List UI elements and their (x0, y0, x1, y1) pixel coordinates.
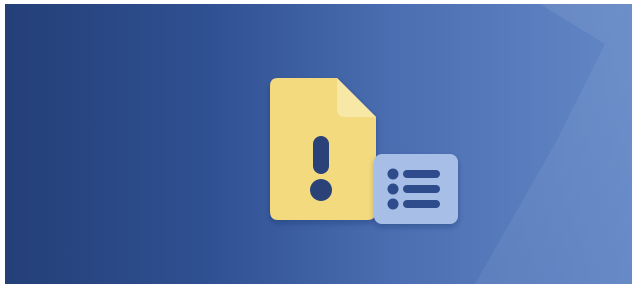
list-line (403, 185, 440, 193)
list-bullet (387, 183, 399, 195)
list-bullet (387, 198, 399, 210)
screenshot-frame (0, 0, 637, 288)
exclamation-icon-dot (310, 179, 332, 201)
list-card-icon (374, 154, 458, 224)
document-alert-illustration (270, 78, 458, 224)
exclamation-icon-bar (313, 136, 329, 174)
list-line (403, 170, 440, 178)
document-alert-icon (270, 78, 376, 220)
list-line (403, 200, 440, 208)
hero-banner (5, 4, 632, 284)
list-bullet (387, 168, 399, 180)
document-fold (337, 78, 376, 117)
document-illustration (270, 78, 460, 230)
